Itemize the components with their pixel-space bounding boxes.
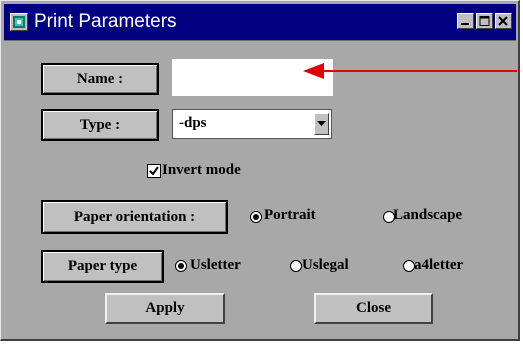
red-arrow-indicator: [303, 63, 517, 79]
